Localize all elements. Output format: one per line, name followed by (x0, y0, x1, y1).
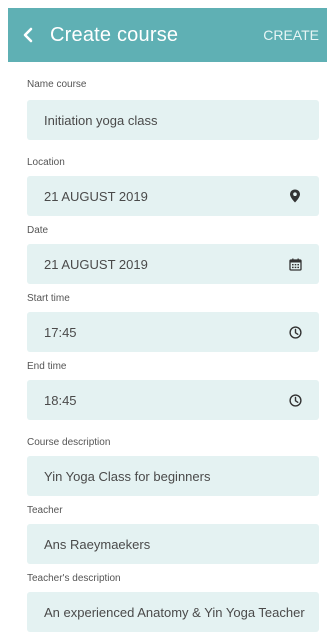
course-description-input[interactable]: Yin Yoga Class for beginners (27, 456, 319, 496)
end-time-input[interactable]: 18:45 (27, 380, 319, 420)
name-course-label: Name course (27, 79, 87, 90)
end-time-value: 18:45 (44, 392, 77, 408)
teacher-value: Ans Raeymaekers (44, 536, 151, 552)
location-label: Location (27, 157, 65, 168)
calendar-icon (287, 256, 303, 272)
back-button[interactable] (8, 8, 48, 62)
end-time-label: End time (27, 361, 67, 372)
date-input[interactable]: 21 AUGUST 2019 (27, 244, 319, 284)
location-value: 21 AUGUST 2019 (44, 188, 148, 204)
start-time-label: Start time (27, 293, 70, 304)
map-pin-icon (287, 188, 303, 204)
teacher-description-label: Teacher's description (27, 573, 121, 584)
start-time-input[interactable]: 17:45 (27, 312, 319, 352)
name-course-input[interactable]: Initiation yoga class (27, 100, 319, 140)
course-description-value: Yin Yoga Class for beginners (44, 468, 211, 484)
teacher-description-input[interactable]: An experienced Anatomy & Yin Yoga Teache… (27, 592, 319, 632)
teacher-input[interactable]: Ans Raeymaekers (27, 524, 319, 564)
clock-icon (287, 324, 303, 340)
date-value: 21 AUGUST 2019 (44, 256, 148, 272)
chevron-left-icon (23, 27, 33, 43)
app-header: Create course CREATE (8, 8, 327, 62)
teacher-label: Teacher (27, 505, 63, 516)
page-title: Create course (50, 23, 179, 46)
create-course-form: Name course Initiation yoga class Locati… (27, 78, 319, 632)
course-description-label: Course description (27, 437, 111, 448)
clock-icon (287, 392, 303, 408)
location-input[interactable]: 21 AUGUST 2019 (27, 176, 319, 216)
name-course-value: Initiation yoga class (44, 112, 158, 128)
start-time-value: 17:45 (44, 324, 77, 340)
create-button[interactable]: CREATE (263, 27, 319, 43)
teacher-description-value: An experienced Anatomy & Yin Yoga Teache… (44, 604, 305, 620)
date-label: Date (27, 225, 49, 236)
